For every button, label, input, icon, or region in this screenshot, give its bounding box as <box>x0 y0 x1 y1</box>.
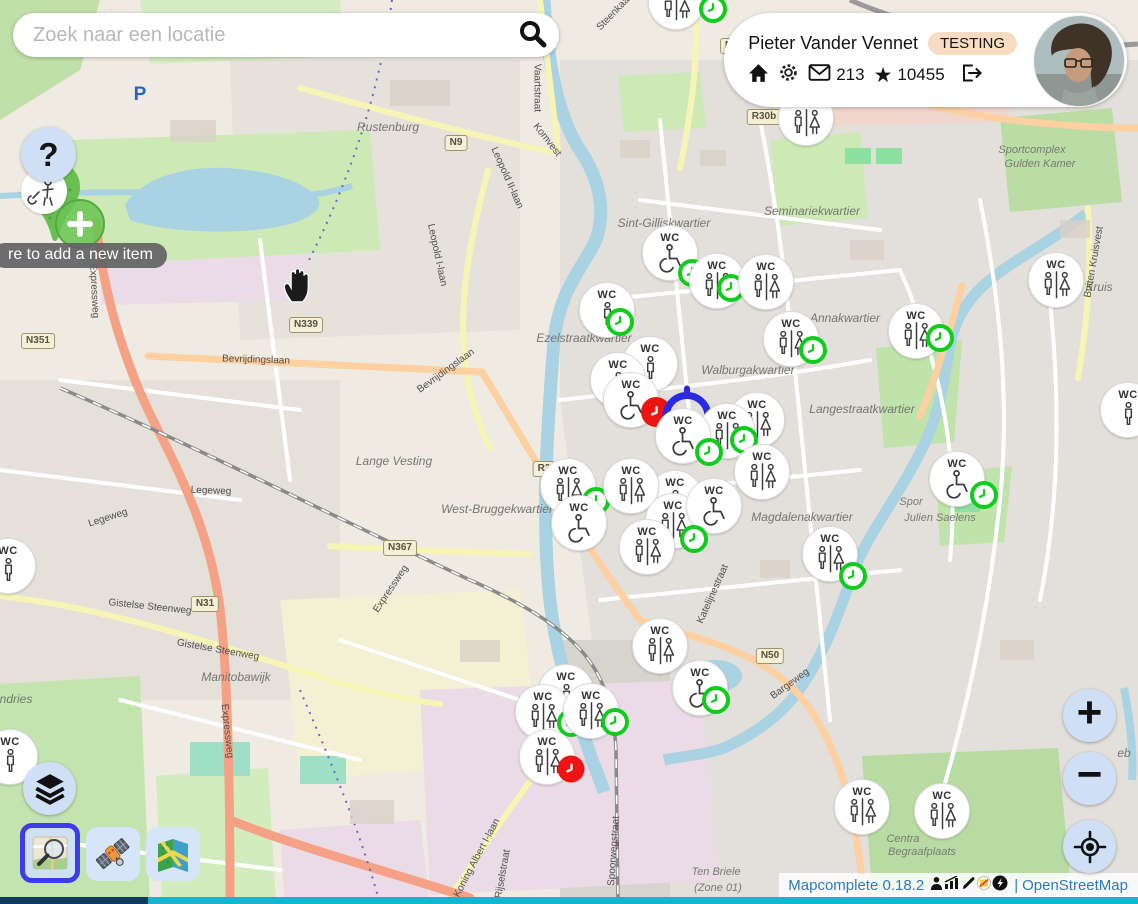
pin-wc-label: WC <box>637 527 656 538</box>
search-bar <box>13 13 559 57</box>
pin-wc-label: WC <box>707 261 726 272</box>
logout-icon[interactable] <box>960 63 982 88</box>
pin-wc-label: WC <box>752 452 771 463</box>
pin-wc-label: WC <box>1118 390 1137 401</box>
user-stats-icon[interactable] <box>930 876 943 895</box>
pin-wc-label: WC <box>537 737 556 748</box>
theme-toilets-icon[interactable] <box>977 876 991 894</box>
star-icon: ★ <box>874 63 893 88</box>
home-icon[interactable] <box>748 63 769 88</box>
zoom-in-button[interactable]: + <box>1063 689 1116 742</box>
closed-clock-badge <box>558 756 585 783</box>
pin-wc-label: WC <box>852 787 871 798</box>
pin-wc-label: WC <box>581 691 600 702</box>
open-clock-badge <box>970 481 998 509</box>
zoom-out-button[interactable]: − <box>1063 752 1116 805</box>
pin-wc-label: WC <box>781 319 800 330</box>
plus-glyph: + <box>1077 688 1103 738</box>
attribution-separator: | <box>1014 877 1018 894</box>
pin-wc-label: WC <box>947 459 966 470</box>
chart-icon[interactable] <box>944 876 960 894</box>
map-pin-toilet[interactable]: WC <box>632 618 688 674</box>
mapcomplete-app: Brugge-Sint-PietersRustenburgSint-Gillis… <box>0 0 1138 904</box>
user-panel[interactable]: Pieter Vander Vennet TESTING 213 ★ <box>724 13 1127 107</box>
question-mark: ? <box>38 136 58 174</box>
open-clock-badge <box>606 308 634 336</box>
search-input[interactable] <box>31 23 517 48</box>
map-pin-toilet[interactable]: WC <box>1100 382 1138 438</box>
pin-wc-label: WC <box>673 416 692 427</box>
basemap-folded-map-button[interactable] <box>146 827 200 881</box>
pin-wc-label: WC <box>717 411 736 422</box>
open-clock-badge <box>926 324 954 352</box>
pin-wc-label: WC <box>690 668 709 679</box>
pin-wc-label: WC <box>1046 260 1065 271</box>
open-clock-badge <box>601 708 629 736</box>
attribution-bar: Mapcomplete 0.18.2 | OpenStreetMap <box>779 873 1138 897</box>
pin-wc-label: WC <box>640 344 659 355</box>
open-clock-badge <box>695 438 723 466</box>
pin-wc-label: WC <box>650 626 669 637</box>
open-clock-badge <box>699 0 727 23</box>
open-clock-badge <box>839 562 867 590</box>
pin-wc-label: WC <box>569 503 588 514</box>
user-avatar[interactable] <box>1033 15 1125 107</box>
open-clock-badge <box>799 336 827 364</box>
pin-wc-label: WC <box>0 737 19 748</box>
pin-wc-label: WC <box>533 692 552 703</box>
layers-button[interactable] <box>23 762 76 815</box>
openstreetmap-link[interactable]: OpenStreetMap <box>1022 877 1128 894</box>
settings-gear-icon[interactable] <box>778 62 799 88</box>
open-clock-badge <box>702 686 730 714</box>
pin-wc-label: WC <box>556 672 575 683</box>
hand-grab-cursor-icon <box>280 264 316 309</box>
pin-wc-label: WC <box>660 233 679 244</box>
pin-wc-label: WC <box>756 262 775 273</box>
mapcomplete-version-link[interactable]: Mapcomplete 0.18.2 <box>788 877 924 894</box>
map-pin-toilet[interactable]: WC <box>834 779 890 835</box>
user-name: Pieter Vander Vennet <box>748 33 918 54</box>
geolocate-button[interactable] <box>1063 820 1116 873</box>
map-pin-toilet[interactable]: WC <box>914 783 970 839</box>
map-pin-toilet[interactable]: WC <box>0 538 36 594</box>
pin-wc-label: WC <box>747 400 766 411</box>
basemap-satellite-button[interactable] <box>86 827 140 881</box>
pin-wc-label: WC <box>663 501 682 512</box>
add-item-tooltip: re to add a new item <box>0 243 167 268</box>
messages-count: 213 <box>836 65 864 85</box>
map-pin-toilet[interactable]: WC <box>619 519 675 575</box>
open-clock-badge <box>680 525 708 553</box>
map-pin-toilet[interactable]: WC <box>648 0 704 30</box>
pin-wc-label: WC <box>597 290 616 301</box>
minus-glyph: − <box>1077 750 1103 800</box>
search-icon[interactable] <box>517 18 547 53</box>
pin-wc-label: WC <box>665 478 684 489</box>
messages-envelope-icon[interactable] <box>808 63 831 87</box>
pin-wc-label: WC <box>608 360 627 371</box>
changeset-count: 10455 <box>897 65 944 85</box>
bottom-progress-bar <box>0 897 1138 904</box>
map-pin-toilet[interactable]: WC <box>734 444 790 500</box>
pin-wc-label: WC <box>621 380 640 391</box>
testing-badge: TESTING <box>928 32 1017 55</box>
pin-wc-label: WC <box>704 486 723 497</box>
pin-wc-label: WC <box>0 546 18 557</box>
pin-wc-label: WC <box>820 534 839 545</box>
map-pins: WC WC WC WC <box>0 0 1138 904</box>
pin-wc-label: WC <box>558 466 577 477</box>
community-bolt-icon[interactable] <box>992 875 1008 895</box>
map-pin-toilet[interactable]: WC <box>1028 252 1084 308</box>
add-plus-button[interactable] <box>55 199 105 249</box>
basemap-osm-button[interactable] <box>20 823 80 883</box>
pin-wc-label: WC <box>621 466 640 477</box>
map-pin-toilet[interactable]: WC <box>551 495 607 551</box>
pin-wc-label: WC <box>906 311 925 322</box>
help-button[interactable]: ? <box>21 127 76 182</box>
edit-pencil-icon[interactable] <box>961 876 976 895</box>
map-pin-toilet[interactable]: WC <box>738 254 794 310</box>
pin-wc-label: WC <box>932 791 951 802</box>
